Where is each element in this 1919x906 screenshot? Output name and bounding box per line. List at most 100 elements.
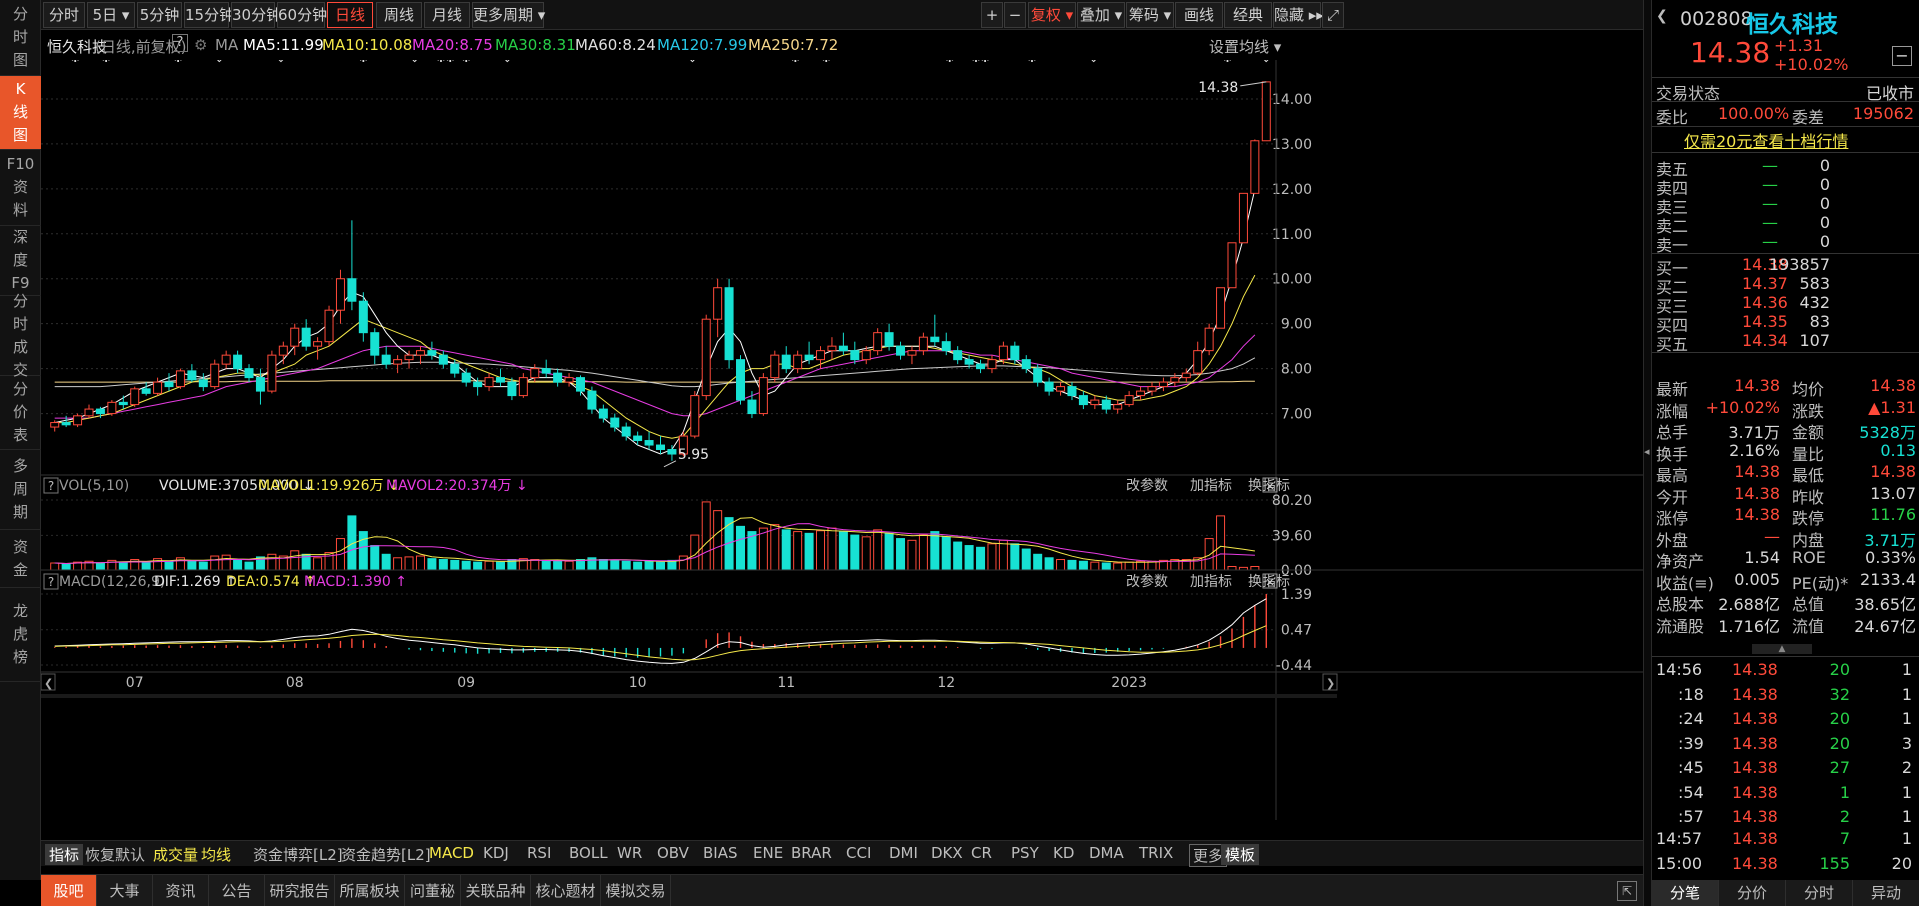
draw-line-button[interactable]: 画线	[1175, 2, 1223, 28]
indicator-tab-7[interactable]: KDJ	[483, 844, 509, 862]
news-tab-7[interactable]: 关联品种	[461, 875, 531, 906]
candle[interactable]	[61, 415, 71, 428]
hide-button[interactable]: 隐藏 ▸▸	[1273, 2, 1324, 28]
candle[interactable]	[278, 341, 288, 365]
news-tab-1[interactable]: 大事	[97, 875, 153, 906]
news-tab-6[interactable]: 问董秘	[405, 875, 461, 906]
candle[interactable]	[175, 368, 185, 389]
candle[interactable]	[84, 404, 94, 419]
candle[interactable]	[198, 373, 208, 392]
candle[interactable]	[1261, 81, 1271, 142]
candle[interactable]	[118, 395, 128, 410]
candle[interactable]	[918, 332, 928, 356]
minus-icon[interactable]: −	[1892, 46, 1912, 66]
event-marker-icon[interactable]: ✱	[462, 60, 471, 65]
candle[interactable]	[1136, 386, 1146, 401]
period-tab-0[interactable]: 分时	[43, 2, 85, 28]
event-marker-icon[interactable]: ⇕	[276, 60, 285, 65]
candle[interactable]	[1090, 395, 1100, 410]
event-marker-icon[interactable]: ✱	[71, 60, 80, 65]
candle[interactable]	[770, 350, 780, 383]
candle[interactable]	[187, 364, 197, 383]
candle[interactable]	[850, 341, 860, 365]
candle[interactable]	[1250, 139, 1260, 194]
event-marker-icon[interactable]: ✱	[945, 60, 954, 65]
collapse-arrow-icon[interactable]: ❮	[1656, 8, 1668, 24]
period-tab-8[interactable]: 月线	[424, 2, 470, 28]
event-marker-icon[interactable]: ⇕	[1089, 60, 1098, 65]
candle[interactable]	[1193, 341, 1203, 376]
ten-level-link[interactable]: 仅需20元查看十档行情	[1684, 128, 1848, 152]
indicator-tab-2[interactable]: 成交量	[153, 844, 198, 865]
fullscreen-icon[interactable]: ⤢	[1322, 2, 1344, 28]
candle[interactable]	[530, 364, 540, 383]
candle[interactable]	[518, 373, 528, 398]
candle[interactable]	[358, 292, 368, 342]
candle[interactable]	[587, 386, 597, 414]
candle[interactable]	[827, 337, 837, 360]
candle[interactable]	[655, 436, 666, 455]
news-tab-0[interactable]: 股吧	[41, 875, 97, 906]
event-marker-icon[interactable]: ⇕	[215, 60, 224, 65]
quote-tab-1[interactable]: 分价	[1719, 880, 1786, 906]
indicator-tab-15[interactable]: CCI	[846, 844, 871, 862]
candle[interactable]	[267, 350, 277, 394]
event-marker-icon[interactable]: ✱	[174, 60, 183, 65]
gear-icon[interactable]: ⚙	[194, 36, 207, 54]
period-tab-3[interactable]: 15分钟	[184, 2, 234, 28]
candle[interactable]	[73, 413, 83, 428]
candle[interactable]	[1170, 373, 1180, 387]
candle[interactable]	[164, 373, 174, 392]
indicator-tab-0[interactable]: 指标	[45, 844, 84, 865]
period-tab-5[interactable]: 60分钟	[277, 2, 327, 28]
chips-dropdown[interactable]: 筹码 ▾	[1126, 2, 1174, 28]
candle[interactable]	[290, 323, 300, 356]
kline-chart-area[interactable]: 14.0013.0012.0011.0010.009.008.007.00✱✱✱…	[41, 60, 1643, 838]
candle[interactable]	[873, 328, 883, 356]
quote-tab-2[interactable]: 分时	[1786, 880, 1853, 906]
event-marker-icon[interactable]: ✱✱	[971, 60, 989, 65]
candle[interactable]	[347, 220, 357, 311]
event-marker-icon[interactable]: ⇕	[503, 60, 512, 65]
candle[interactable]	[1044, 377, 1054, 396]
period-tab-6[interactable]: 日线	[327, 2, 373, 28]
candle[interactable]	[541, 359, 551, 378]
candle[interactable]	[781, 346, 791, 374]
quote-tab-3[interactable]: 异动	[1853, 880, 1919, 906]
sidenav-item-1[interactable]: K线图	[0, 76, 41, 150]
candle[interactable]	[747, 391, 757, 419]
ma-settings-button[interactable]: 设置均线 ▾	[1209, 36, 1281, 57]
classic-button[interactable]: 经典	[1224, 2, 1272, 28]
indicator-tab-14[interactable]: BRAR	[791, 844, 832, 862]
candle[interactable]	[736, 355, 746, 405]
zoom-in-button[interactable]: +	[981, 2, 1003, 28]
candle[interactable]	[130, 386, 140, 407]
indicator-tab-9[interactable]: BOLL	[569, 844, 608, 862]
candle[interactable]	[427, 341, 437, 360]
news-tab-3[interactable]: 公告	[209, 875, 265, 906]
expand-arrow-icon[interactable]: ◂	[1644, 445, 1650, 458]
restore-rights-dropdown[interactable]: 复权 ▾	[1028, 2, 1076, 28]
candle[interactable]	[393, 355, 403, 374]
macd-p2-button[interactable]: 加指标	[1190, 574, 1232, 590]
candle[interactable]	[313, 337, 323, 360]
candle[interactable]	[1227, 242, 1237, 289]
indicator-tab-12[interactable]: BIAS	[703, 844, 738, 862]
candle[interactable]	[210, 359, 220, 389]
indicator-tab-3[interactable]: 均线	[201, 844, 231, 865]
event-marker-icon[interactable]: ✱	[1223, 60, 1232, 65]
event-marker-icon[interactable]: ✱	[791, 60, 800, 65]
candle[interactable]	[987, 355, 997, 374]
candle[interactable]	[1181, 368, 1191, 383]
vol-p1-button[interactable]: 改参数	[1126, 477, 1168, 494]
candle[interactable]	[1238, 192, 1248, 244]
candle[interactable]	[896, 341, 906, 360]
event-marker-icon[interactable]: ✱	[1027, 60, 1036, 65]
sidenav-item-0[interactable]: 分时图	[0, 0, 41, 76]
candle[interactable]	[724, 278, 734, 369]
candle[interactable]	[713, 278, 723, 338]
candle[interactable]	[335, 269, 345, 324]
candle[interactable]	[324, 305, 334, 347]
candle[interactable]	[1216, 287, 1226, 329]
sidenav-item-5[interactable]: 分价表	[0, 376, 41, 450]
